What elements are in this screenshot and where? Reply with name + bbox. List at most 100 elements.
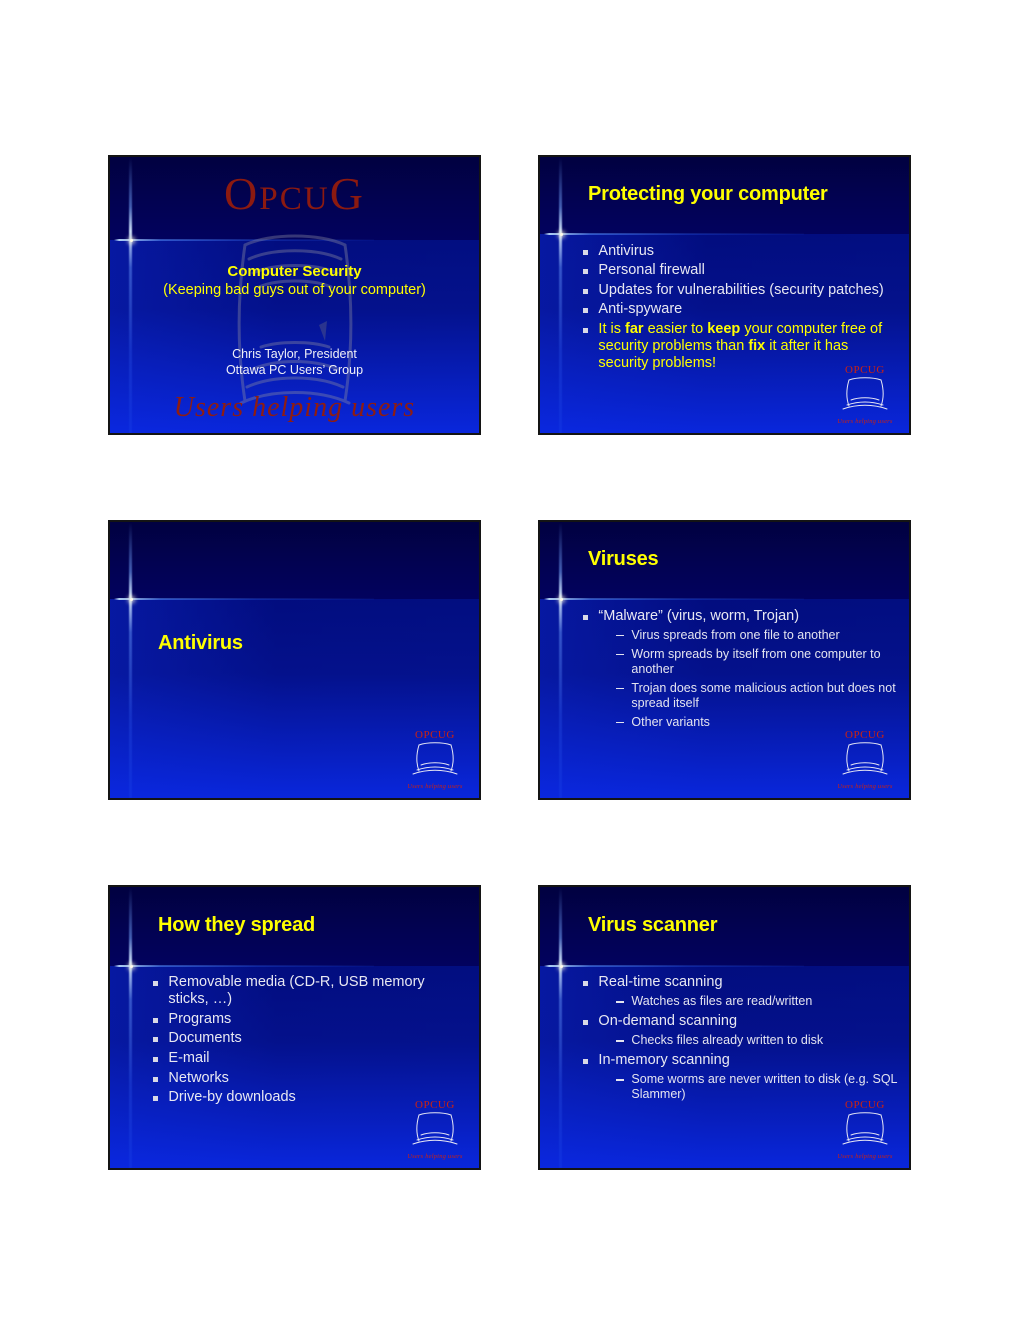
slide-title: Virus scanner [587, 913, 718, 936]
opcug-corner-logo: OPCUG Users helping users [402, 730, 468, 792]
slide-1-title[interactable]: OPCUG Computer Security (Keeping bad guy… [108, 155, 481, 435]
opcug-corner-logo: OPCUG Users helping users [402, 1100, 468, 1162]
dash-bullet-icon [616, 634, 625, 637]
list-item: Antivirus [582, 243, 898, 260]
sub-list-item-label: Checks files already written to disk [631, 1033, 824, 1048]
pedestal-logo-icon [842, 742, 888, 775]
list-item: E-mail [152, 1050, 468, 1067]
slide-title: Antivirus [157, 632, 243, 655]
list-item-label: Networks [168, 1069, 229, 1086]
list-item: In-memory scanning Some worms are never … [582, 1052, 898, 1102]
corner-logo-tagline: Users helping users [837, 783, 893, 791]
sub-list-item: Virus spreads from one file to another [616, 628, 898, 643]
page-title: Computer Security [227, 262, 362, 280]
list-item-label: Drive-by downloads [168, 1089, 296, 1106]
list-item-label: “Malware” (virus, worm, Trojan) [598, 607, 800, 624]
dash-bullet-icon [616, 1040, 625, 1042]
square-bullet-icon [153, 1096, 159, 1102]
list-item-label: On-demand scanning [598, 1013, 738, 1030]
corner-logo-wordmark: OPCUG [845, 729, 885, 742]
pedestal-logo-icon [412, 742, 458, 775]
dash-bullet-icon [616, 1001, 625, 1003]
corner-logo-wordmark: OPCUG [415, 1099, 455, 1112]
bullet-list: “Malware” (virus, worm, Trojan) Virus sp… [582, 608, 898, 734]
sub-list-item: Watches as files are read/written [616, 994, 898, 1009]
slide-5-how-they-spread[interactable]: How they spread Removable media (CD-R, U… [108, 885, 481, 1170]
list-item-label: Antivirus [598, 242, 655, 259]
corner-logo-wordmark: OPCUG [845, 364, 885, 377]
sub-bullet-list: Watches as files are read/written [598, 994, 898, 1009]
slide-4-viruses[interactable]: Viruses “Malware” (virus, worm, Trojan) … [538, 520, 911, 800]
list-item: Personal firewall [582, 262, 898, 279]
list-item: Anti-spyware [582, 301, 898, 318]
sub-list-item-label: Worm spreads by itself from one computer… [631, 646, 881, 676]
corner-logo-wordmark: OPCUG [845, 1099, 885, 1112]
list-item-label: Anti-spyware [598, 301, 683, 318]
list-item: Networks [152, 1070, 468, 1087]
slide-title: Viruses [587, 548, 659, 571]
slide-2-protecting[interactable]: Protecting your computer Antivirus Perso… [538, 155, 911, 435]
sub-list-item: Some worms are never written to disk (e.… [616, 1072, 898, 1102]
list-item-label: In-memory scanning [598, 1052, 730, 1069]
corner-logo-tagline: Users helping users [407, 783, 463, 791]
list-item: On-demand scanning Checks files already … [582, 1013, 898, 1048]
slide-slot-5: How they spread Removable media (CD-R, U… [108, 885, 481, 1170]
square-bullet-icon [583, 269, 589, 275]
sub-list-item-label: Trojan does some malicious action but do… [631, 680, 896, 710]
slide-title: How they spread [157, 913, 316, 936]
list-item-label: Updates for vulnerabilities (security pa… [598, 281, 884, 298]
slide-slot-2: Protecting your computer Antivirus Perso… [538, 155, 911, 435]
pedestal-logo-icon [412, 1112, 458, 1145]
slide-slot-3: Antivirus OPCUG Users helping users [108, 520, 481, 800]
list-item: Real-time scanning Watches as files are … [582, 974, 898, 1009]
opcug-corner-logo: OPCUG Users helping users [832, 365, 898, 427]
list-item: Updates for vulnerabilities (security pa… [582, 282, 898, 299]
slide-slot-1: OPCUG Computer Security (Keeping bad guy… [108, 155, 481, 435]
slide-1-content: OPCUG Computer Security (Keeping bad guy… [110, 157, 479, 433]
list-item-label: Personal firewall [598, 262, 705, 279]
dash-bullet-icon [616, 653, 625, 656]
pedestal-logo-icon [842, 1112, 888, 1145]
slide-slot-6: Virus scanner Real-time scanning Watches… [538, 885, 911, 1170]
corner-logo-tagline: Users helping users [407, 1153, 463, 1161]
dash-bullet-icon [616, 687, 625, 690]
sub-list-item-label: Other variants [631, 714, 710, 729]
opcug-corner-logo: OPCUG Users helping users [832, 1100, 898, 1162]
handout-page: OPCUG Computer Security (Keeping bad guy… [0, 0, 1020, 1320]
list-item-label: Documents [168, 1030, 242, 1047]
slide-6-virus-scanner[interactable]: Virus scanner Real-time scanning Watches… [538, 885, 911, 1170]
list-item: Documents [152, 1030, 468, 1047]
corner-logo-tagline: Users helping users [837, 1153, 893, 1161]
dash-bullet-icon [616, 1079, 625, 1081]
list-item-label: Real-time scanning [598, 974, 723, 991]
list-item-label: E-mail [168, 1050, 210, 1067]
square-bullet-icon [153, 1017, 159, 1023]
square-bullet-icon [583, 981, 589, 987]
list-item: Programs [152, 1011, 468, 1028]
page-subtitle: (Keeping bad guys out of your computer) [163, 282, 426, 299]
opcug-corner-logo: OPCUG Users helping users [832, 730, 898, 792]
square-bullet-icon [583, 288, 589, 294]
slide-slot-4: Viruses “Malware” (virus, worm, Trojan) … [538, 520, 911, 800]
sub-list-item-label: Some worms are never written to disk (e.… [631, 1072, 898, 1102]
sub-list-item: Checks files already written to disk [616, 1033, 898, 1048]
list-item-label: Programs [168, 1010, 232, 1027]
bullet-list: Antivirus Personal firewall Updates for … [582, 243, 898, 375]
list-item-label: Removable media (CD-R, USB memory sticks… [168, 974, 425, 1008]
square-bullet-icon [583, 1059, 589, 1065]
square-bullet-icon [583, 249, 589, 255]
corner-logo-tagline: Users helping users [837, 418, 893, 426]
square-bullet-icon [153, 1076, 159, 1082]
slide-title: Protecting your computer [587, 183, 828, 206]
slide-3-antivirus[interactable]: Antivirus OPCUG Users helping users [108, 520, 481, 800]
opcug-wordmark-text: OPCUG [224, 167, 365, 219]
dash-bullet-icon [616, 721, 625, 724]
pedestal-logo-icon [842, 377, 888, 410]
corner-logo-wordmark: OPCUG [415, 729, 455, 742]
presenter-block: Chris Taylor, President Ottawa PC Users’… [110, 347, 479, 378]
square-bullet-icon [153, 981, 159, 987]
sub-bullet-list: Some worms are never written to disk (e.… [598, 1072, 898, 1102]
bullet-list: Removable media (CD-R, USB memory sticks… [152, 974, 468, 1109]
bullet-list: Real-time scanning Watches as files are … [582, 974, 898, 1106]
brand-tagline: Users helping users [173, 391, 416, 423]
